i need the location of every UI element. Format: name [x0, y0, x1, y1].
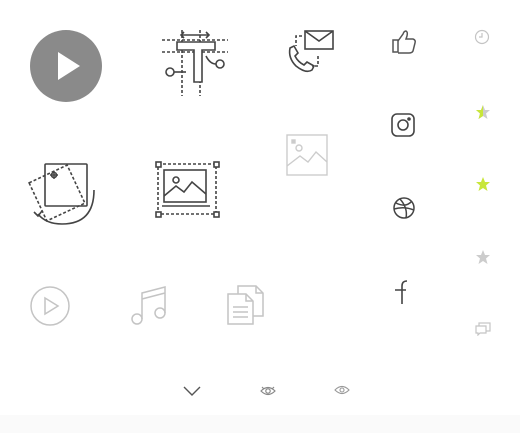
- clock-icon: [474, 29, 490, 45]
- music-note-icon[interactable]: [128, 284, 170, 326]
- play-circle-filled-icon[interactable]: [30, 30, 102, 102]
- chevron-down-icon[interactable]: [182, 384, 202, 398]
- image-rotate-icon[interactable]: [28, 160, 98, 230]
- play-circle-outline-icon[interactable]: [30, 286, 70, 326]
- star-empty-icon[interactable]: [475, 249, 491, 265]
- comments-icon: [475, 322, 491, 336]
- dribbble-icon[interactable]: [392, 196, 416, 220]
- copy-document-icon[interactable]: [226, 284, 266, 326]
- text-tool-icon[interactable]: [160, 28, 230, 98]
- image-placeholder-icon: [286, 134, 328, 176]
- image-crop-select-icon[interactable]: [154, 160, 222, 220]
- instagram-icon[interactable]: [390, 112, 416, 138]
- facebook-icon[interactable]: [390, 278, 410, 306]
- eye-icon[interactable]: [260, 385, 276, 397]
- star-half-icon[interactable]: [475, 104, 491, 120]
- contact-mail-phone-icon[interactable]: [284, 28, 336, 78]
- star-filled-icon[interactable]: [475, 176, 491, 192]
- bottom-strip: [0, 415, 520, 433]
- eye-outline-icon[interactable]: [334, 384, 350, 396]
- thumbs-up-icon[interactable]: [390, 28, 418, 56]
